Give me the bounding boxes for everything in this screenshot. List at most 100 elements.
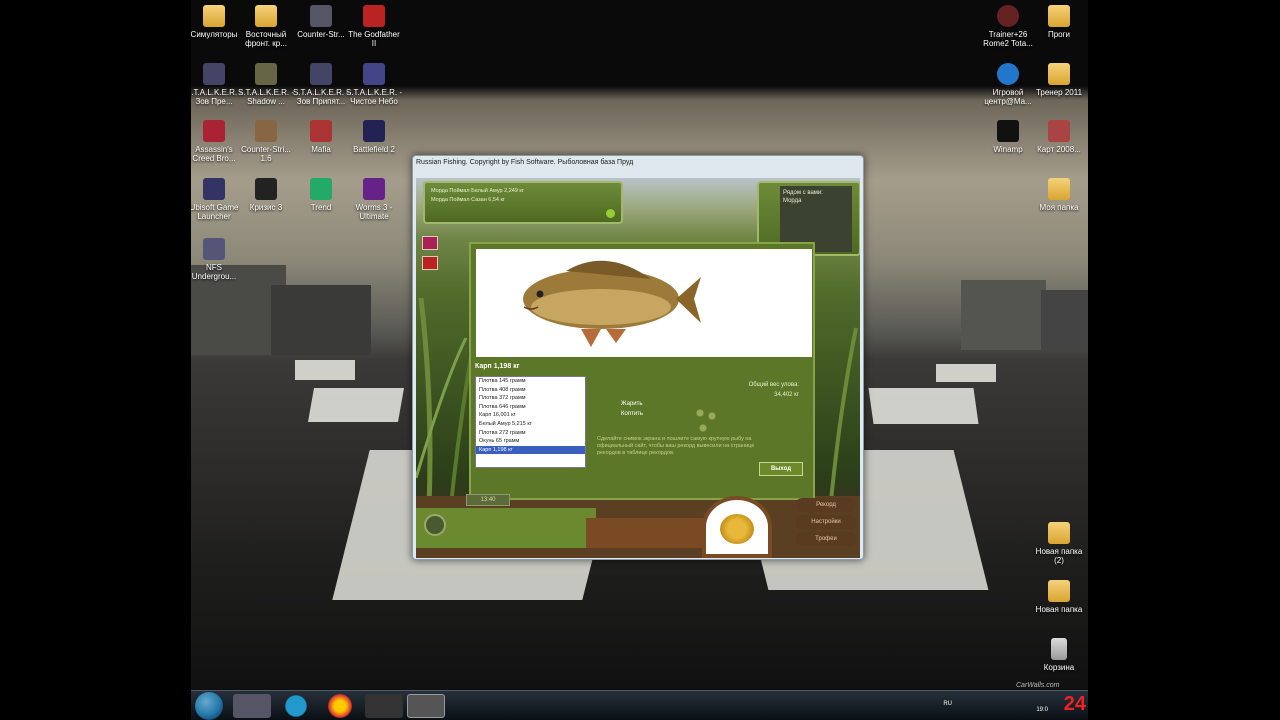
start-button[interactable] — [195, 692, 223, 720]
list-item[interactable]: Белый Амур 5,215 кг — [476, 420, 585, 429]
folder-icon — [1048, 63, 1070, 85]
language-indicator[interactable]: RU — [943, 701, 952, 707]
compass-icon[interactable] — [424, 514, 446, 536]
desktop-icon[interactable]: S.T.A.L.K.E.R. - Зов Припят... — [293, 63, 349, 106]
game-icon — [363, 120, 385, 142]
winamp-icon — [997, 120, 1019, 142]
building — [271, 285, 371, 355]
trainer-icon — [997, 5, 1019, 27]
desktop-icon[interactable]: Новая папка (2) — [1031, 522, 1087, 565]
game-window[interactable]: Russian Fishing. Copyright by Fish Softw… — [412, 155, 864, 560]
game-icon — [255, 63, 277, 85]
roof-tile — [295, 360, 355, 380]
desktop-icon[interactable]: S.T.A.L.K.E.R. - Чистое Небо — [346, 63, 402, 106]
desktop-icon[interactable]: Проги — [1031, 5, 1087, 39]
game-icon — [363, 63, 385, 85]
game-icon — [203, 120, 225, 142]
fry-option[interactable]: Жарить — [621, 401, 643, 407]
list-item[interactable]: Окунь 65 грамм — [476, 437, 585, 446]
menu-trophies-button[interactable]: Трофеи — [796, 532, 856, 546]
desktop-icon[interactable]: NFS Undergrou... — [191, 238, 242, 281]
desktop-icon[interactable]: Trend — [293, 178, 349, 212]
desktop-icon[interactable]: S.T.A.L.K.E.R. - Shadow ... — [238, 63, 294, 106]
notice-line: Морда Поймал Сазан 6,54 кг — [431, 197, 505, 203]
watermark: CarWalls.com — [1016, 682, 1060, 689]
game-icon — [203, 238, 225, 260]
desktop-icon[interactable]: Counter-Str... — [293, 5, 349, 39]
catch-dialog: Карп 1,198 кг Плотва 145 грамм Плотва 40… — [469, 242, 815, 500]
tray-clock[interactable]: 19:0 — [1036, 707, 1048, 713]
game-icon — [310, 178, 332, 200]
desktop-icon[interactable]: Mafia — [293, 120, 349, 154]
menu-record-button[interactable]: Рекорд — [796, 498, 856, 512]
list-item[interactable]: Карп 16,001 кг — [476, 411, 585, 420]
folder-icon — [203, 5, 225, 27]
tip-text: Сделайте снимок экрана и пошлите самую к… — [597, 436, 755, 456]
taskbar-app-icon[interactable] — [233, 694, 271, 718]
desktop-icon[interactable]: Trainer+26 Rome2 Tota... — [980, 5, 1036, 48]
game-icon — [203, 178, 225, 200]
total-weight-label: Общий вес улова: — [748, 382, 799, 388]
game-icon — [363, 5, 385, 27]
desktop-icon[interactable]: Battlefield 2 — [346, 120, 402, 154]
carp-icon — [523, 260, 701, 347]
bait-icon[interactable] — [422, 236, 438, 250]
desktop-icon[interactable]: Моя папка — [1031, 178, 1087, 212]
exit-button[interactable]: Выход — [759, 462, 803, 476]
game-icon — [310, 63, 332, 85]
folder-icon — [1048, 178, 1070, 200]
list-item[interactable]: Плотва 408 грамм — [476, 386, 585, 395]
roof-tile — [936, 364, 996, 382]
desktop-icon[interactable]: Новая папка — [1031, 580, 1087, 614]
desktop-icon[interactable]: Ubisoft Game Launcher — [191, 178, 242, 221]
menu-settings-button[interactable]: Настройки — [796, 515, 856, 529]
game-icon — [363, 178, 385, 200]
notification-panel: Морда Поймал Белый Амур 2,249 кг Морда П… — [423, 181, 623, 224]
folder-icon — [1048, 580, 1070, 602]
desktop-icon[interactable]: Восточный фронт. кр... — [238, 5, 294, 48]
desktop-icon[interactable]: Симуляторы — [191, 5, 242, 39]
taskbar-game-icon[interactable] — [407, 694, 445, 718]
list-item[interactable]: Плотва 646 грамм — [476, 403, 585, 412]
map-icon — [1048, 120, 1070, 142]
catch-list[interactable]: Плотва 145 грамм Плотва 408 грамм Плотва… — [475, 376, 586, 468]
window-title: Russian Fishing. Copyright by Fish Softw… — [416, 159, 634, 166]
game-icon — [255, 178, 277, 200]
desktop-icon[interactable]: Counter-Stri... 1.6 — [238, 120, 294, 163]
smoke-option[interactable]: Коптить — [621, 411, 643, 417]
list-item[interactable]: Плотва 372 грамм — [476, 394, 585, 403]
bait-dots-icon — [691, 404, 721, 434]
game-scene: Морда Поймал Белый Амур 2,249 кг Морда П… — [416, 178, 860, 558]
list-item[interactable]: Плотва 145 грамм — [476, 377, 585, 386]
nearby-player[interactable]: Морда — [783, 197, 849, 205]
recycle-bin-icon — [1051, 638, 1067, 660]
nearby-title: Рядом с вами: — [783, 190, 823, 196]
roof-tile — [868, 388, 979, 424]
chrome-icon[interactable] — [321, 694, 359, 718]
desktop-icon[interactable]: Карт 2008... — [1031, 120, 1087, 154]
fish-name: Карп 1,198 кг — [475, 363, 520, 370]
desktop-icon[interactable]: Тренер 2011 — [1031, 63, 1087, 97]
bait-bowl[interactable] — [702, 496, 772, 558]
folder-icon — [255, 5, 277, 27]
roof-tile — [308, 388, 404, 422]
list-item-selected[interactable]: Карп 1,198 кг — [476, 445, 585, 455]
desktop-icon[interactable]: S.T.A.L.K.E.R. - Зов Пре... — [191, 63, 242, 106]
desktop-icon[interactable]: Winamp — [980, 120, 1036, 154]
fish-image — [476, 249, 812, 357]
desktop-icon[interactable]: Игровой центр@Ma... — [980, 63, 1036, 106]
desktop-icon[interactable]: Корзина — [1031, 638, 1087, 672]
ok-icon[interactable] — [606, 209, 615, 218]
taskbar-app-icon[interactable] — [277, 694, 315, 718]
taskbar-app-icon[interactable] — [365, 694, 403, 718]
desktop-icon[interactable]: The Godfather II — [346, 5, 402, 48]
rod-icon[interactable] — [422, 256, 438, 270]
desktop-icon[interactable]: Worms 3 - Ultimate — [346, 178, 402, 221]
desktop-icon[interactable]: Кризис 3 — [238, 178, 294, 212]
game-center-icon — [997, 63, 1019, 85]
folder-icon — [1048, 522, 1070, 544]
corner-number: 24 — [1063, 693, 1086, 715]
list-item[interactable]: Плотва 272 грамм — [476, 429, 585, 438]
game-icon — [203, 63, 225, 85]
desktop-icon[interactable]: Assassin's Creed Bro... — [191, 120, 242, 163]
